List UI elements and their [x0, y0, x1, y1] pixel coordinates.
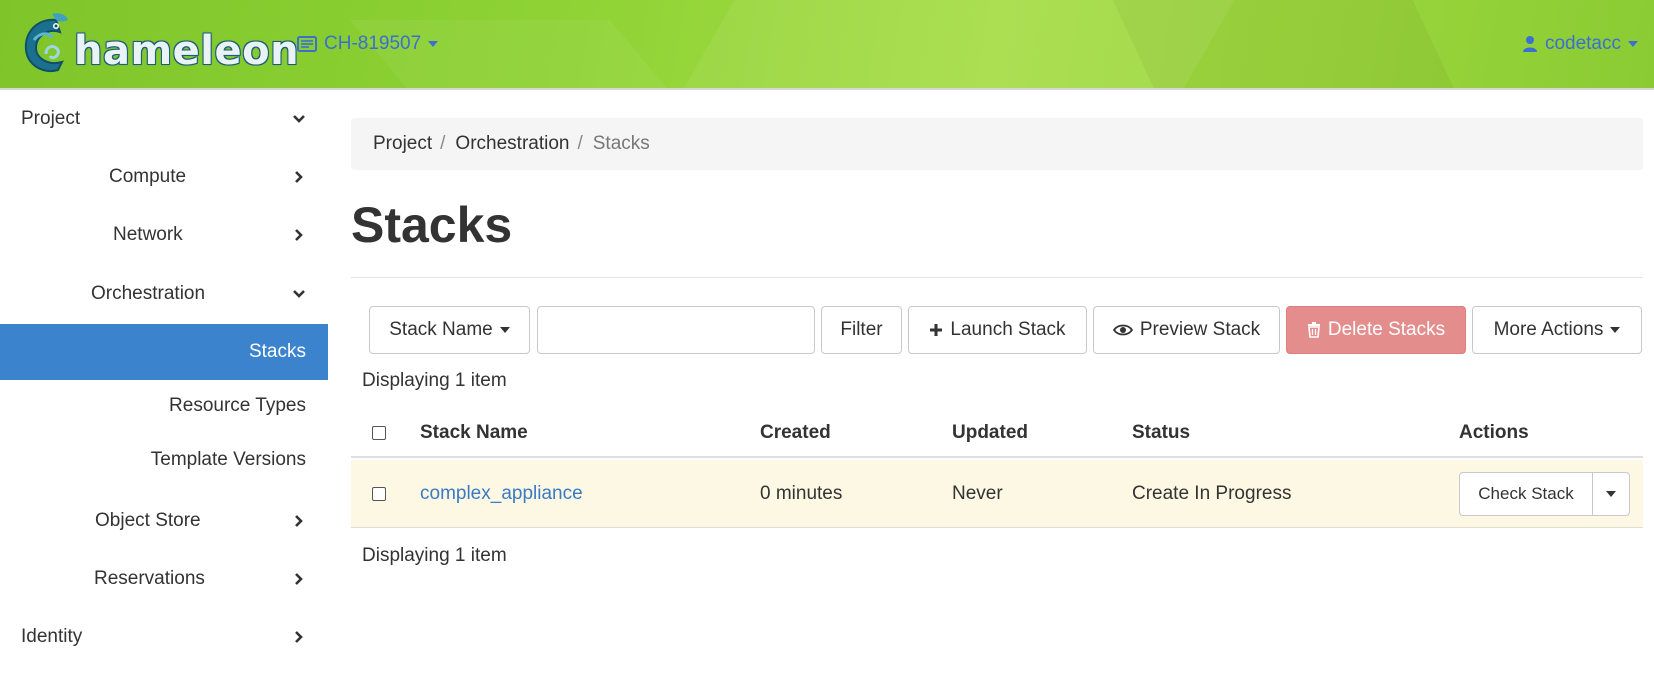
breadcrumb-stacks: Stacks	[592, 133, 650, 154]
sidebar-item-object-store[interactable]: Object Store	[0, 494, 328, 548]
filter-input[interactable]	[537, 306, 815, 354]
chevron-right-icon	[295, 229, 303, 241]
row-actions-toggle[interactable]	[1593, 473, 1629, 515]
sidebar-item-label: Template Versions	[150, 449, 306, 470]
preview-stack-label: Preview Stack	[1139, 319, 1261, 340]
caret-down-icon	[428, 41, 439, 47]
caret-down-icon	[1610, 327, 1621, 333]
column-header-status[interactable]: Status	[1132, 422, 1190, 444]
project-icon	[297, 36, 317, 52]
updated-cell: Never	[952, 482, 1003, 504]
sidebar-item-stacks[interactable]: Stacks	[0, 324, 328, 380]
delete-stacks-button[interactable]: Delete Stacks	[1286, 306, 1466, 354]
select-all-checkbox[interactable]	[372, 426, 386, 440]
delete-stacks-label: Delete Stacks	[1327, 319, 1446, 340]
sidebar-item-label: Object Store	[95, 510, 201, 531]
sidebar-item-project[interactable]: Project	[0, 92, 328, 146]
trash-icon	[1307, 322, 1320, 338]
title-divider	[351, 277, 1643, 278]
project-name: CH-819507	[324, 33, 422, 54]
logo-wordmark: hameleon	[74, 28, 300, 74]
preview-stack-button[interactable]: Preview Stack	[1093, 306, 1280, 354]
filter-button-label: Filter	[840, 319, 883, 340]
row-checkbox[interactable]	[372, 486, 386, 501]
item-count-top: Displaying 1 item	[362, 370, 507, 391]
sidebar-item-label: Orchestration	[91, 283, 206, 304]
breadcrumb: Project / Orchestration / Stacks	[351, 118, 1643, 170]
caret-down-icon	[499, 327, 510, 333]
sidebar-item-label: Identity	[21, 626, 83, 647]
chameleon-logo[interactable]: hameleon	[16, 10, 299, 80]
caret-down-icon	[1606, 491, 1616, 497]
sidebar-item-label: Compute	[109, 166, 187, 187]
table-row: complex_appliance 0 minutes Never Create…	[351, 460, 1643, 528]
launch-stack-label: Launch Stack	[950, 319, 1066, 340]
status-cell: Create In Progress	[1132, 482, 1292, 504]
column-header-updated[interactable]: Updated	[952, 422, 1028, 444]
more-actions-label: More Actions	[1493, 319, 1604, 340]
chevron-right-icon	[295, 573, 303, 585]
filter-button[interactable]: Filter	[821, 306, 902, 354]
sidebar-item-resource-types[interactable]: Resource Types	[0, 381, 328, 431]
sidebar: Project Compute Network Orchestration St…	[0, 92, 328, 677]
breadcrumb-separator: /	[577, 133, 583, 154]
project-selector[interactable]: CH-819507	[297, 30, 439, 58]
sidebar-item-label: Network	[113, 224, 183, 245]
sidebar-item-network[interactable]: Network	[0, 208, 328, 262]
chevron-right-icon	[295, 171, 303, 183]
page-title: Stacks	[351, 197, 513, 253]
filter-field-label: Stack Name	[389, 319, 493, 340]
check-stack-button[interactable]: Check Stack	[1460, 473, 1593, 515]
plus-icon	[930, 324, 943, 336]
sidebar-item-template-versions[interactable]: Template Versions	[0, 435, 328, 485]
column-header-stack-name[interactable]: Stack Name	[420, 422, 528, 444]
created-cell: 0 minutes	[760, 482, 843, 504]
sidebar-item-compute[interactable]: Compute	[0, 150, 328, 204]
launch-stack-button[interactable]: Launch Stack	[908, 306, 1087, 354]
sidebar-item-reservations[interactable]: Reservations	[0, 552, 328, 606]
breadcrumb-project[interactable]: Project	[373, 133, 432, 155]
top-navbar: hameleon CH-819507 codetacc	[0, 0, 1654, 90]
filter-field-dropdown[interactable]: Stack Name	[369, 306, 530, 354]
item-count-bottom: Displaying 1 item	[362, 545, 507, 566]
column-header-actions: Actions	[1459, 422, 1529, 443]
stack-name-link[interactable]: complex_appliance	[420, 483, 583, 505]
sidebar-item-label: Resource Types	[169, 395, 306, 416]
chevron-right-icon	[295, 631, 303, 643]
chevron-down-icon	[293, 290, 305, 298]
column-header-created[interactable]: Created	[760, 422, 831, 444]
chevron-right-icon	[295, 515, 303, 527]
breadcrumb-orchestration[interactable]: Orchestration	[455, 133, 569, 155]
user-menu[interactable]: codetacc	[1522, 30, 1638, 58]
eye-icon	[1112, 324, 1133, 336]
background-facet	[1103, 0, 1497, 88]
sidebar-item-orchestration[interactable]: Orchestration	[0, 267, 328, 321]
more-actions-dropdown[interactable]: More Actions	[1472, 306, 1642, 354]
row-actions-split-button: Check Stack	[1459, 472, 1630, 516]
chevron-down-icon	[293, 115, 305, 123]
sidebar-item-label: Reservations	[94, 568, 205, 589]
sidebar-item-label: Stacks	[248, 341, 306, 362]
user-name: codetacc	[1544, 33, 1621, 54]
caret-down-icon	[1628, 41, 1638, 47]
user-icon	[1522, 36, 1537, 52]
table-header: Stack Name Created Updated Status Action…	[351, 410, 1643, 458]
sidebar-item-identity[interactable]: Identity	[0, 610, 328, 664]
breadcrumb-separator: /	[440, 133, 446, 154]
sidebar-item-label: Project	[21, 108, 81, 129]
